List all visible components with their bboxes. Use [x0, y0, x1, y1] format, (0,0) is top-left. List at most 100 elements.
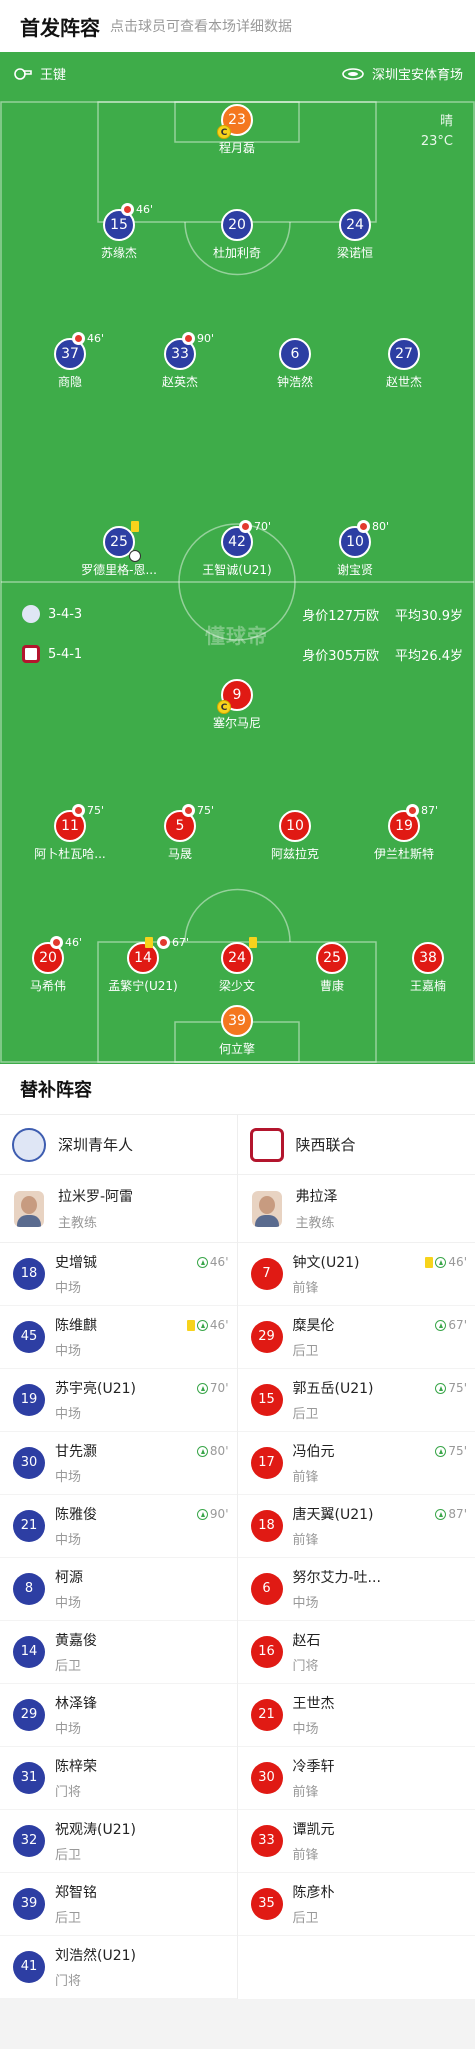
player-number: 21: [250, 1699, 283, 1731]
home-team-header[interactable]: 深圳青年人: [0, 1115, 237, 1175]
player-position: 前锋: [292, 1785, 319, 1800]
coach-name: 弗拉泽: [295, 1189, 338, 1205]
substitute-row[interactable]: 21 王世杰 中场: [237, 1684, 475, 1747]
substitute-row[interactable]: 45 陈维麒 中场 46': [0, 1306, 237, 1369]
home-player[interactable]: 24 梁诺恒: [305, 209, 405, 261]
substitute-row[interactable]: 33 谭凯元 前锋: [237, 1810, 475, 1873]
player-position: 后卫: [55, 1911, 82, 1926]
weather-temperature: 23°C: [420, 134, 453, 149]
away-player[interactable]: 9C 塞尔马尼: [187, 679, 287, 731]
substitute-row[interactable]: 14 黄嘉俊 后卫: [0, 1621, 237, 1684]
substitution-icon: [239, 520, 252, 533]
player-number: 8: [13, 1573, 45, 1605]
substitute-row[interactable]: 29 林泽锋 中场: [0, 1684, 237, 1747]
home-player[interactable]: 42 70' 王智诚(U21): [187, 520, 287, 578]
substitution-icon: [406, 804, 419, 817]
player-position: 中场: [55, 1533, 82, 1548]
player-position: 后卫: [292, 1911, 319, 1926]
referee: 王键: [14, 64, 66, 83]
player-number: 25: [316, 942, 348, 974]
away-player[interactable]: 24 梁少文: [187, 937, 287, 994]
substitute-row[interactable]: 15 郭五岳(U21) 后卫 75': [237, 1369, 475, 1432]
player-name: 祝观涛(U21): [55, 1822, 136, 1838]
home-player[interactable]: 25 罗德里格-恩...: [69, 521, 169, 578]
home-player[interactable]: 23 C 程月磊: [187, 104, 287, 156]
away-player[interactable]: 5 75' 马晟: [130, 804, 230, 862]
home-player[interactable]: 6 钟浩然: [245, 338, 345, 390]
player-name: 陈维麒: [55, 1318, 97, 1334]
substitute-row[interactable]: 21 陈雅俊 中场 90': [0, 1495, 237, 1558]
yellow-card-icon: [145, 937, 153, 948]
player-position: 后卫: [55, 1848, 82, 1863]
substitute-row[interactable]: 35 陈彦朴 后卫: [237, 1873, 475, 1936]
away-player[interactable]: 11 75' 阿卜杜瓦哈...: [20, 804, 120, 862]
away-player[interactable]: 19 87' 伊兰杜斯特: [354, 804, 454, 862]
home-player[interactable]: 20 杜加利奇: [187, 209, 287, 261]
substitute-row[interactable]: 29 糜昊伦 后卫 67': [237, 1306, 475, 1369]
substitute-row[interactable]: 8 柯源 中场: [0, 1558, 237, 1621]
sub-in-event: 67': [435, 1318, 467, 1332]
substitute-row[interactable]: 32 祝观涛(U21) 后卫: [0, 1810, 237, 1873]
substitute-row[interactable]: 7 钟文(U21) 前锋 46': [237, 1243, 475, 1306]
sub-out-event: 90': [182, 332, 214, 345]
substitute-row[interactable]: 18 唐天翼(U21) 前锋 87': [237, 1495, 475, 1558]
player-name: 苏缘杰: [100, 246, 137, 260]
substitute-row[interactable]: 41 刘浩然(U21) 门将: [0, 1936, 237, 1999]
player-name: 钟文(U21): [292, 1255, 360, 1271]
sub-in-event: 75': [435, 1381, 467, 1395]
home-player[interactable]: 10 80' 谢宝贤: [305, 520, 405, 578]
substitute-row[interactable]: 30 甘先灏 中场 80': [0, 1432, 237, 1495]
away-player[interactable]: 25 曹康: [282, 942, 382, 994]
player-number: 39: [221, 1005, 253, 1037]
player-position: 前锋: [292, 1848, 319, 1863]
away-player[interactable]: 39 何立擎: [187, 1005, 287, 1057]
away-coach[interactable]: 弗拉泽 主教练: [237, 1175, 475, 1243]
home-player[interactable]: 33 90' 赵英杰: [130, 332, 230, 390]
substitute-row[interactable]: 39 郑智铭 后卫: [0, 1873, 237, 1936]
substitute-row[interactable]: 6 努尔艾力-吐... 中场: [237, 1558, 475, 1621]
home-player[interactable]: 27 赵世杰: [354, 338, 454, 390]
home-team-logo-icon: [12, 1127, 46, 1162]
footer-bar: [0, 1999, 475, 2049]
away-team-header[interactable]: 陕西联合: [237, 1115, 475, 1175]
player-number: 16: [250, 1636, 283, 1668]
sub-in-event: 46': [186, 1318, 229, 1332]
player-name: 伊兰杜斯特: [373, 847, 434, 861]
player-number: 7: [250, 1258, 283, 1290]
home-coach[interactable]: 拉米罗-阿雷 主教练: [0, 1175, 237, 1243]
yellow-card-icon: [249, 937, 257, 948]
player-position: 中场: [292, 1722, 319, 1737]
player-number: 15: [250, 1384, 283, 1416]
coach-name: 拉米罗-阿雷: [58, 1189, 134, 1205]
player-name: 赵石: [292, 1633, 321, 1649]
home-player[interactable]: 15 46' 苏缘杰: [69, 203, 169, 261]
sub-in-icon: [196, 1256, 208, 1268]
substitute-row[interactable]: 31 陈梓荣 门将: [0, 1747, 237, 1810]
away-player[interactable]: 10 阿兹拉克: [245, 810, 345, 862]
substitute-row[interactable]: 16 赵石 门将: [237, 1621, 475, 1684]
home-player[interactable]: 37 46' 商隐: [20, 332, 120, 390]
substitutes-columns: 深圳青年人 拉米罗-阿雷 主教练 18 史增铖 中场 46' 45 陈维麒 中场 46' 19 苏…: [0, 1114, 475, 1999]
sub-in-icon: [435, 1319, 447, 1331]
player-number: 27: [388, 338, 420, 370]
away-player[interactable]: 38 王嘉楠: [378, 942, 475, 994]
substitute-row[interactable]: 30 冷季轩 前锋: [237, 1747, 475, 1810]
sub-in-icon: [196, 1445, 208, 1457]
away-player[interactable]: 14 67' 孟繁宁(U21): [93, 936, 193, 994]
home-team-row: 3-4-3 身价127万欧 平均30.9岁: [22, 603, 463, 625]
player-name: 黄嘉俊: [55, 1633, 97, 1649]
player-name: 何立擎: [218, 1042, 255, 1056]
player-position: 门将: [55, 1974, 82, 1989]
substitute-row[interactable]: 18 史增铖 中场 46': [0, 1243, 237, 1306]
weather-condition: 晴: [439, 114, 453, 129]
sub-out-event: 70': [239, 520, 271, 533]
yellow-card-icon: [131, 521, 139, 532]
sub-in-icon: [435, 1256, 447, 1268]
sub-in-event: 80': [196, 1444, 229, 1458]
away-player[interactable]: 20 46' 马希伟: [0, 936, 98, 994]
substitute-row[interactable]: 17 冯伯元 前锋 75': [237, 1432, 475, 1495]
substitute-row[interactable]: 19 苏宇亮(U21) 中场 70': [0, 1369, 237, 1432]
player-position: 中场: [292, 1596, 319, 1611]
sub-in-event: 70': [196, 1381, 229, 1395]
sub-in-event: 46': [425, 1255, 467, 1269]
